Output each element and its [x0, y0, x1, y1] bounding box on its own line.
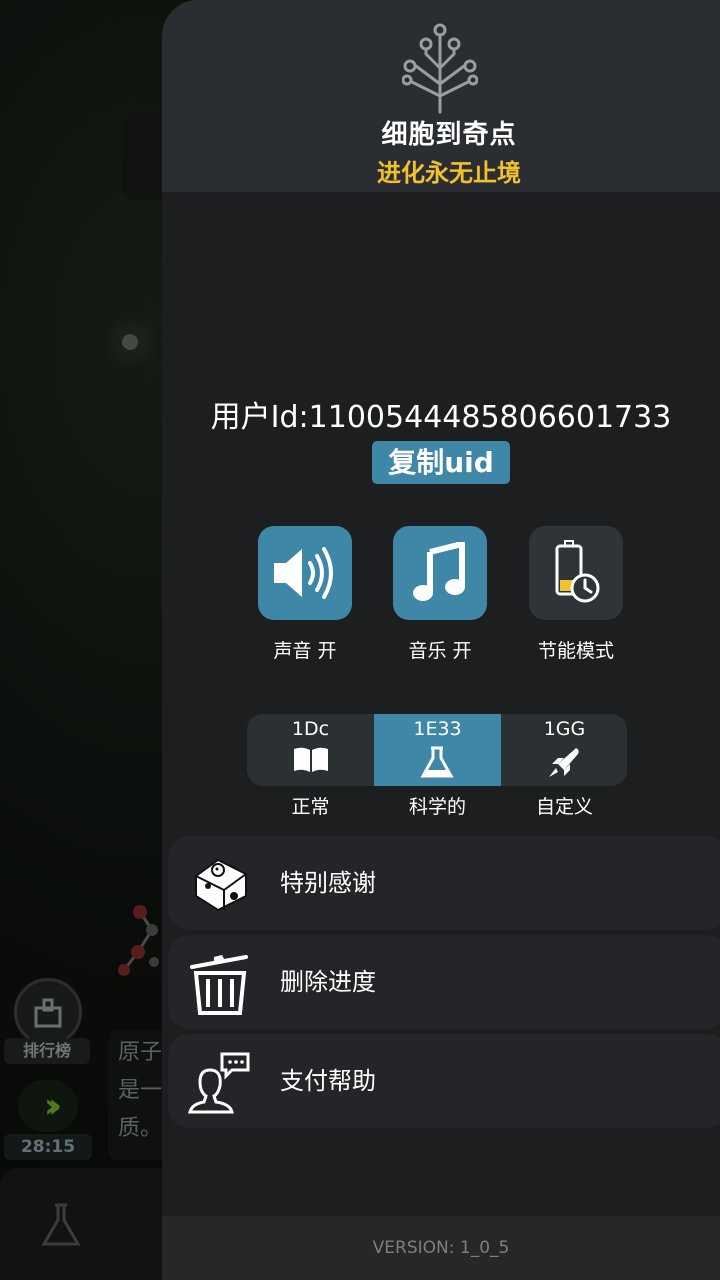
- notation-option-normal[interactable]: 1Dc: [247, 714, 374, 786]
- notation-value: 1GG: [543, 718, 586, 740]
- delete-progress-label: 删除进度: [280, 968, 376, 996]
- background-info-card: 原子 是一 质。: [108, 1030, 168, 1160]
- trash-icon: [190, 955, 248, 1015]
- user-id-text: 用户Id:1100544485806601733: [210, 400, 672, 435]
- sound-toggle-button[interactable]: [258, 526, 352, 620]
- background-particle: [122, 334, 138, 350]
- flask-icon: [420, 746, 454, 778]
- delete-progress-row[interactable]: 删除进度: [168, 935, 720, 1029]
- timer-display: 28:15: [4, 1134, 92, 1160]
- special-thanks-row[interactable]: 特别感谢: [168, 836, 720, 930]
- sound-toggle-label: 声音 开: [273, 640, 337, 662]
- notation-label-scientific: 科学的: [408, 796, 466, 818]
- evolution-tree-icon: [402, 23, 478, 114]
- leaderboard-button[interactable]: [14, 978, 82, 1046]
- notation-value: 1E33: [413, 718, 462, 740]
- molecule-icon: [118, 905, 159, 976]
- support-chat-icon: [188, 1052, 250, 1114]
- app-title: 细胞到奇点: [381, 120, 517, 150]
- notation-option-scientific[interactable]: 1E33: [374, 714, 501, 786]
- power-saving-toggle-button[interactable]: [529, 526, 623, 620]
- number-notation-selector: 1Dc 1E33 1GG: [247, 714, 627, 786]
- flask-tab-icon[interactable]: [36, 1200, 86, 1250]
- payment-help-row[interactable]: 支付帮助: [168, 1034, 720, 1128]
- trophy-icon: [34, 998, 62, 1028]
- notation-value: 1Dc: [291, 718, 330, 740]
- book-icon: [294, 747, 328, 772]
- info-text-line: 质。: [118, 1116, 163, 1141]
- cheese-mouse-icon: [195, 858, 247, 912]
- payment-help-label: 支付帮助: [280, 1067, 376, 1095]
- notation-option-custom[interactable]: 1GG: [501, 714, 627, 786]
- power-saving-toggle-label: 节能模式: [537, 640, 614, 662]
- drawer-header: 细胞到奇点 进化永无止境: [162, 0, 720, 192]
- leaderboard-label: 排行榜: [4, 1038, 90, 1064]
- info-text-line: 是一: [118, 1078, 163, 1103]
- version-text: VERSION: 1_0_5: [372, 1238, 510, 1258]
- speaker-icon: [274, 547, 333, 599]
- app-subtitle: 进化永无止境: [377, 159, 521, 187]
- info-text-line: 原子: [118, 1040, 163, 1065]
- special-thanks-label: 特别感谢: [280, 869, 376, 897]
- music-toggle-label: 音乐 开: [408, 640, 472, 662]
- music-note-icon: [413, 542, 465, 601]
- music-toggle-button[interactable]: [393, 526, 487, 620]
- notation-label-normal: 正常: [291, 796, 330, 818]
- battery-clock-icon: [555, 540, 600, 603]
- notation-label-custom: 自定义: [535, 796, 593, 818]
- background-bottom-bar: [0, 1168, 180, 1280]
- settings-drawer: 细胞到奇点 进化永无止境 用户Id:1100544485806601733 复制…: [162, 0, 720, 1280]
- fast-forward-icon[interactable]: ››: [18, 1080, 78, 1132]
- copy-uid-button[interactable]: 复制uid: [372, 441, 510, 484]
- rocket-icon: [549, 748, 579, 777]
